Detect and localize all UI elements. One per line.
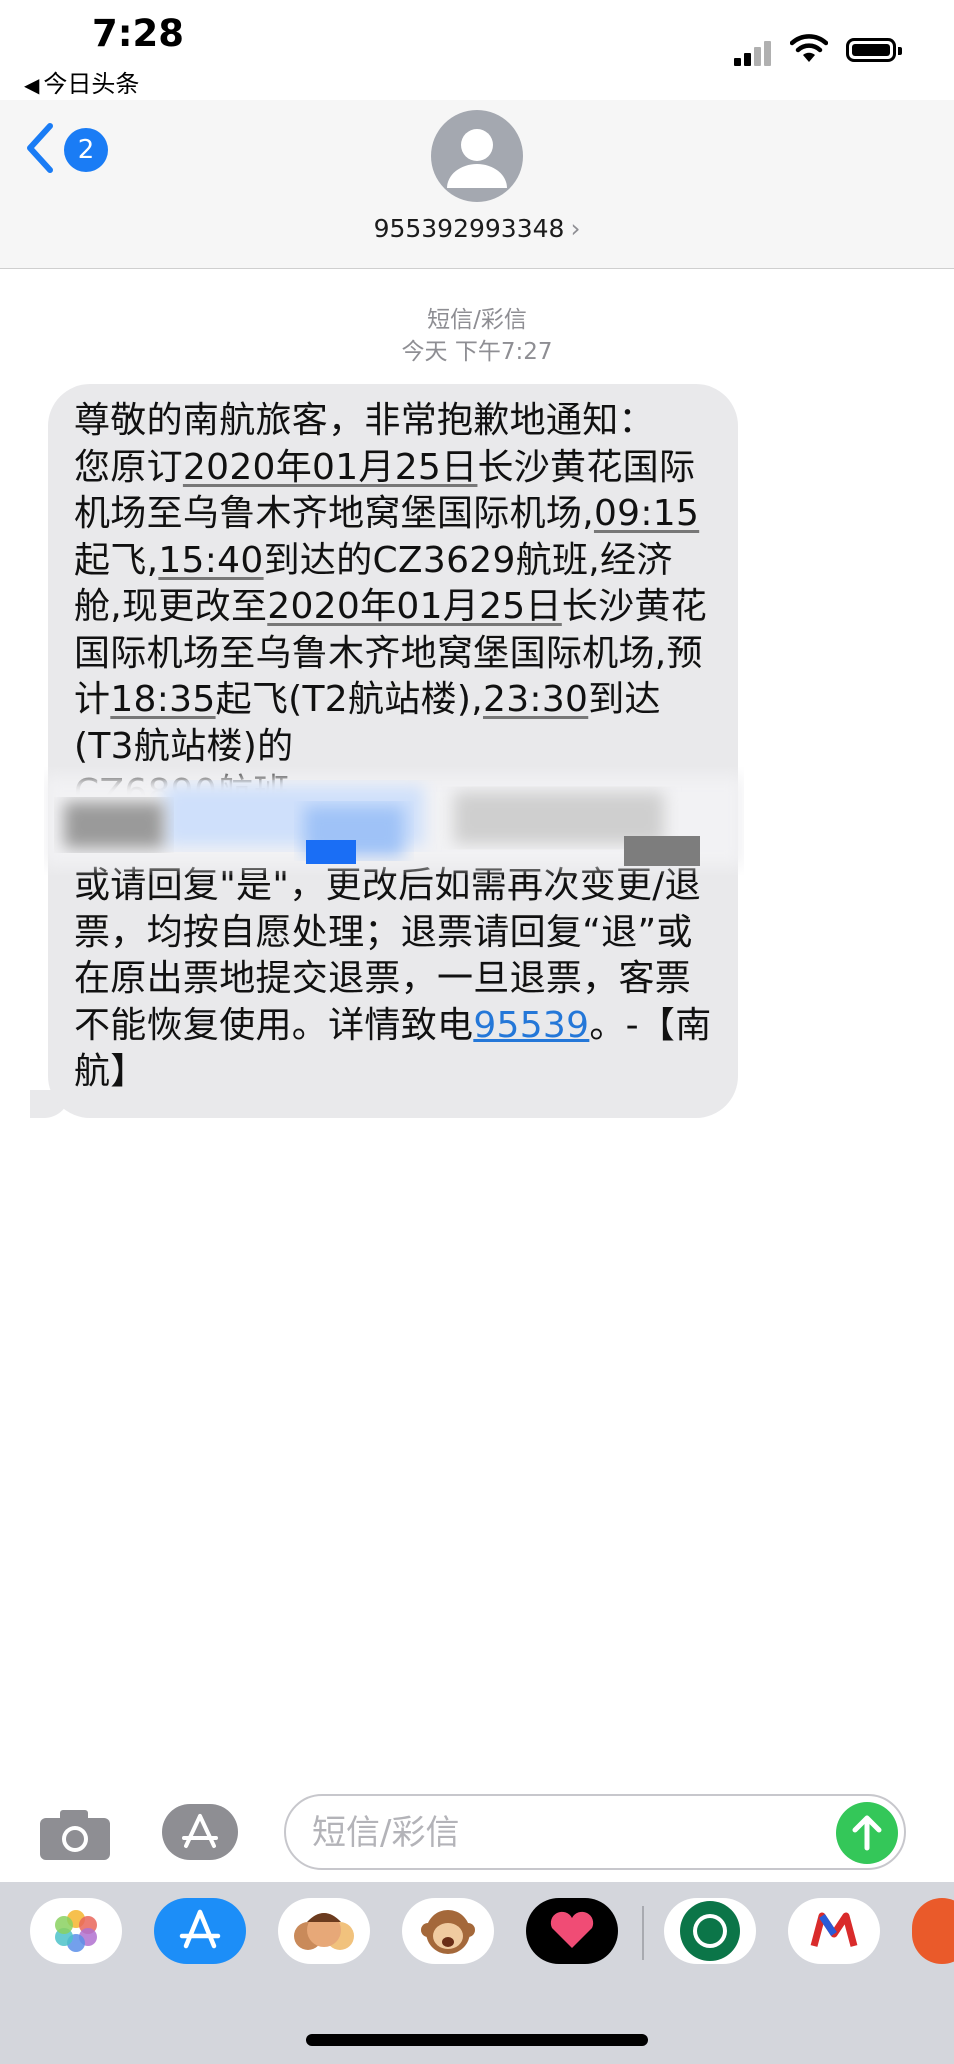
message-input-field[interactable]: [284, 1794, 906, 1870]
time-link[interactable]: 09:15: [594, 493, 699, 534]
back-triangle-icon: ◀: [24, 73, 40, 97]
time-link[interactable]: 15:40: [158, 540, 263, 581]
person-silhouette-icon: [447, 129, 507, 188]
time-link[interactable]: 23:30: [483, 679, 588, 720]
home-indicator: [306, 2034, 648, 2046]
time-link[interactable]: 18:35: [110, 679, 215, 720]
back-to-app-link[interactable]: ◀ 今日头条: [24, 64, 139, 99]
message-text: 尊敬的南航旅客，非常抱歉地通知： 您原订2020年01月25日长沙黄花国际机场至…: [74, 400, 712, 1092]
send-button[interactable]: [836, 1802, 898, 1864]
photos-app-icon[interactable]: [30, 1898, 122, 1964]
memoji-app-icon[interactable]: [278, 1898, 370, 1964]
conversation-header: 2 955392993348 ›: [0, 100, 954, 269]
chevron-right-icon: ›: [570, 214, 581, 243]
date-link[interactable]: 2020年01月25日: [267, 586, 562, 627]
back-app-label: 今日头条: [43, 70, 140, 98]
partial-app-icon[interactable]: [912, 1898, 954, 1964]
arrow-up-icon: [852, 1815, 882, 1851]
status-bar: 7:28 ◀ 今日头条: [0, 0, 954, 100]
date-link[interactable]: 2020年01月25日: [183, 447, 478, 488]
camera-icon[interactable]: [38, 1808, 112, 1862]
contact-avatar[interactable]: [431, 110, 523, 202]
tray-divider: [642, 1906, 644, 1960]
message-type-label: 短信/彩信: [427, 307, 527, 333]
message-input[interactable]: [310, 1806, 814, 1860]
unread-count-badge: 2: [64, 128, 108, 172]
message-composer: [0, 1780, 954, 1880]
airline-app-icon[interactable]: [788, 1898, 880, 1964]
app-store-icon: [182, 1814, 218, 1848]
back-button[interactable]: 2: [24, 120, 114, 176]
digital-touch-icon[interactable]: [526, 1898, 618, 1964]
redaction-blur: [44, 776, 744, 866]
message-timestamp: 今天 下午7:27: [401, 339, 553, 365]
cellular-signal-icon: [734, 38, 774, 66]
message-bubble[interactable]: 尊敬的南航旅客，非常抱歉地通知： 您原订2020年01月25日长沙黄花国际机场至…: [48, 384, 738, 1118]
contact-number: 955392993348: [373, 214, 565, 243]
contact-number-button[interactable]: 955392993348 ›: [0, 214, 954, 243]
status-time: 7:28: [92, 12, 185, 55]
chevron-left-icon: [27, 123, 53, 173]
wifi-icon: [790, 34, 828, 62]
phone-link[interactable]: 95539: [473, 1005, 589, 1046]
app-store-app-icon[interactable]: [154, 1898, 246, 1964]
starbucks-app-icon[interactable]: [664, 1898, 756, 1964]
animoji-monkey-icon[interactable]: [402, 1898, 494, 1964]
app-store-button[interactable]: [162, 1804, 238, 1860]
battery-icon: [846, 38, 902, 62]
